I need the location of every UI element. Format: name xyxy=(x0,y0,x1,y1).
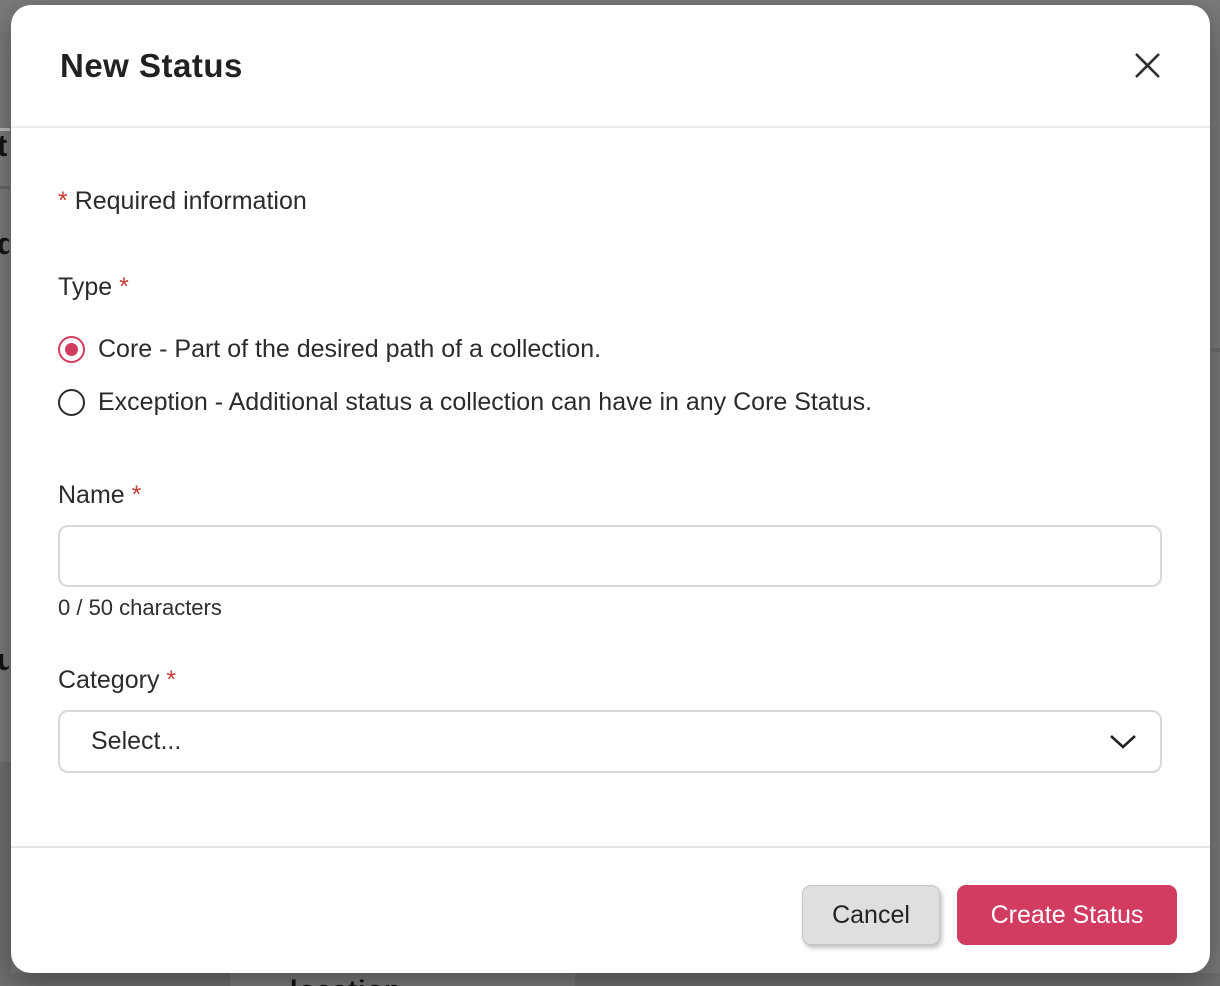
name-label-text: Name xyxy=(58,481,125,509)
type-label-text: Type xyxy=(58,273,112,301)
category-required-asterisk: * xyxy=(166,666,176,694)
radio-option-label: Core - Part of the desired path of a col… xyxy=(98,335,601,364)
radio-option-core[interactable]: Core - Part of the desired path of a col… xyxy=(58,334,1162,364)
type-field-label: Type * xyxy=(58,272,1162,302)
dialog-body: * Required information Type * Core - Par… xyxy=(11,128,1210,846)
name-input[interactable] xyxy=(58,525,1162,587)
background-text-fragment: u xyxy=(0,644,9,676)
required-information-note: * Required information xyxy=(58,186,1162,216)
name-required-asterisk: * xyxy=(132,481,142,509)
dialog-footer: Cancel Create Status xyxy=(11,846,1210,973)
radio-option-label: Exception - Additional status a collecti… xyxy=(98,388,872,417)
background-fragment xyxy=(0,762,11,986)
category-selected-value: Select... xyxy=(91,727,181,756)
character-counter: 0 / 50 characters xyxy=(58,595,1162,621)
background-fragment xyxy=(230,973,575,986)
close-button[interactable] xyxy=(1125,44,1169,88)
required-note-text: Required information xyxy=(75,187,307,215)
radio-button-icon xyxy=(58,336,85,363)
required-asterisk: * xyxy=(58,187,68,215)
background-fragment: location xyxy=(0,973,1220,986)
chevron-down-icon xyxy=(1108,733,1138,750)
background-text-fragment: d xyxy=(0,228,9,260)
background-text-fragment: t xyxy=(0,130,9,162)
background-fragment xyxy=(0,186,10,189)
background-text-fragment: location xyxy=(290,975,402,986)
type-radio-group: Core - Part of the desired path of a col… xyxy=(58,334,1162,417)
radio-button-icon xyxy=(58,389,85,416)
type-required-asterisk: * xyxy=(119,273,129,301)
category-field-label: Category * xyxy=(58,665,1162,695)
dialog-header: New Status xyxy=(11,5,1210,128)
name-field-label: Name * xyxy=(58,480,1162,510)
close-icon xyxy=(1132,50,1163,81)
cancel-button[interactable]: Cancel xyxy=(802,885,940,945)
category-label-text: Category xyxy=(58,666,159,694)
radio-option-exception[interactable]: Exception - Additional status a collecti… xyxy=(58,387,1162,417)
dialog-title: New Status xyxy=(60,47,243,85)
category-select[interactable]: Select... xyxy=(58,710,1162,773)
background-fragment xyxy=(1211,348,1220,352)
create-status-button[interactable]: Create Status xyxy=(957,885,1177,945)
new-status-dialog: New Status * Required information Type *… xyxy=(11,5,1210,973)
